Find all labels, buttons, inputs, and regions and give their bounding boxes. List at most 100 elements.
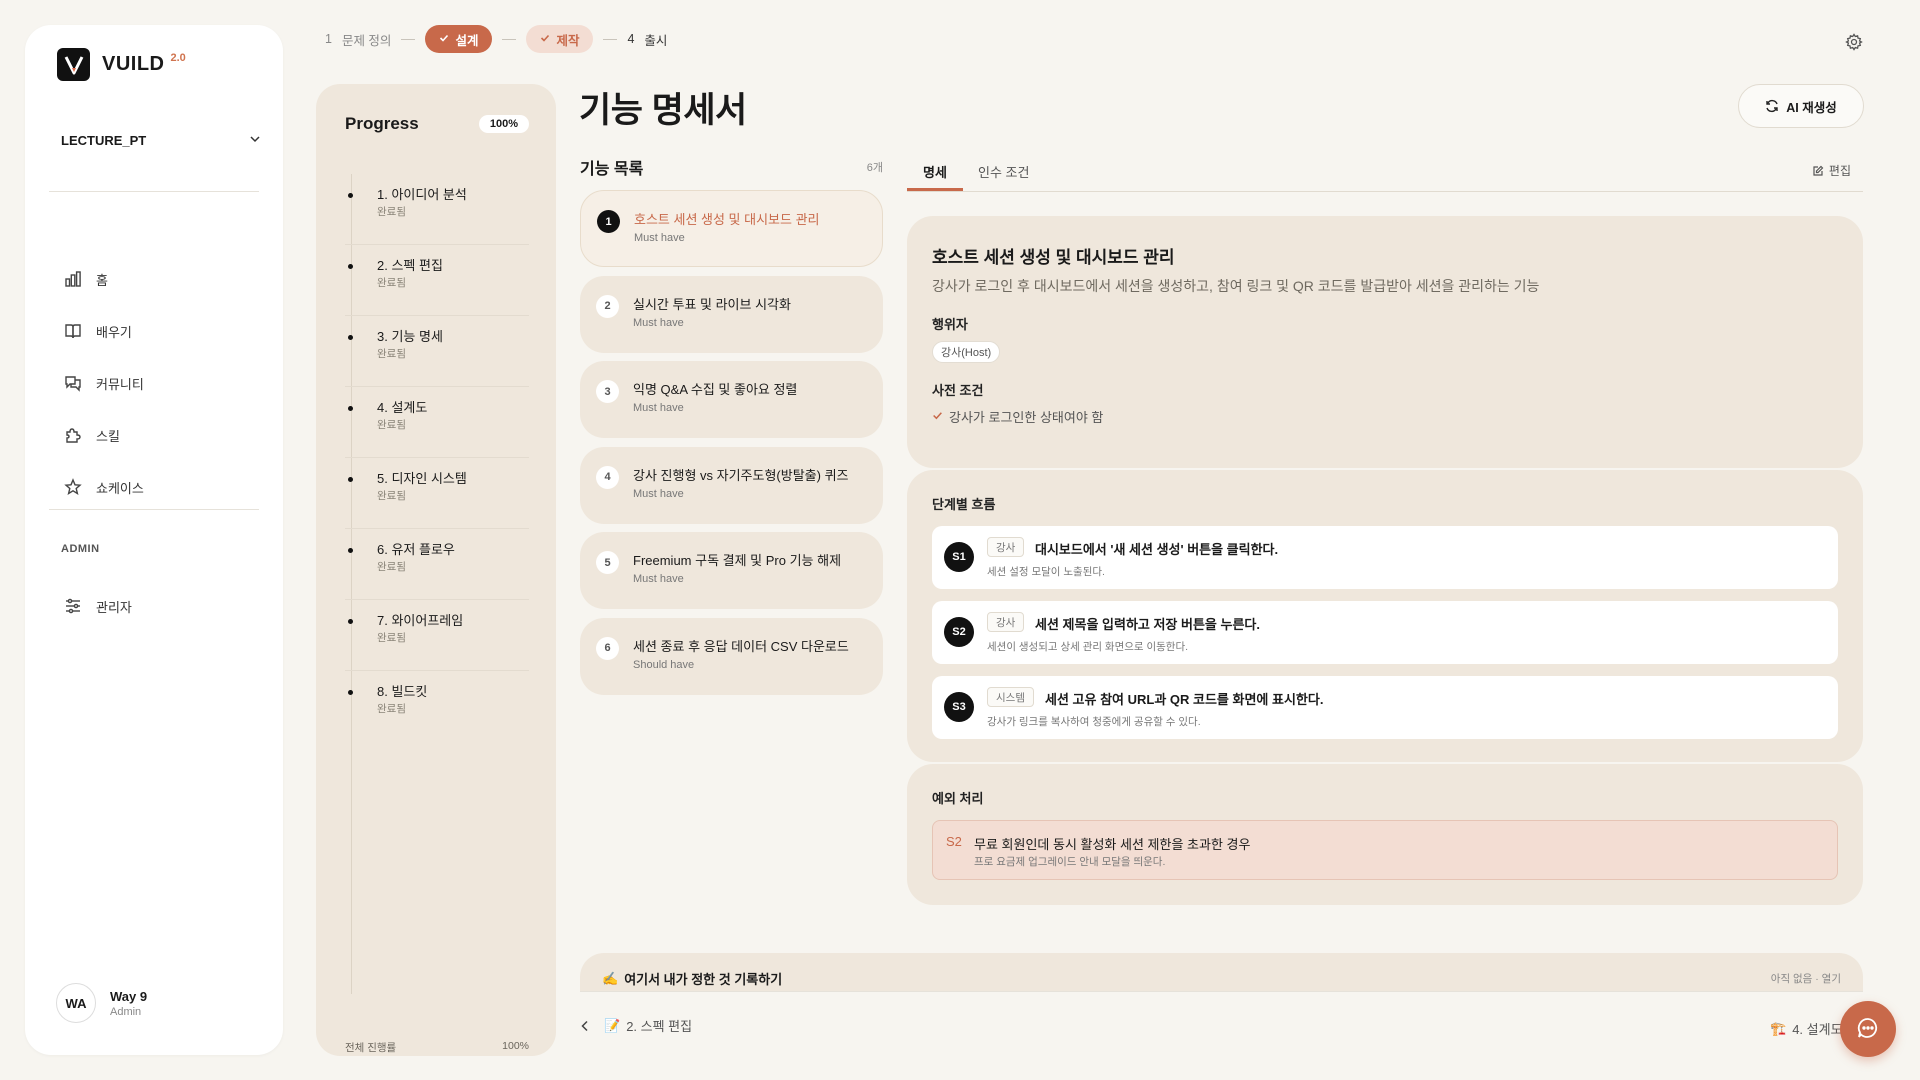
feature-item-selected[interactable]: 1 호스트 세션 생성 및 대시보드 관리 Must have <box>580 190 883 267</box>
progress-item[interactable]: 2. 스펙 편집완료됨 <box>345 245 529 316</box>
page-title: 기능 명세서 <box>579 91 747 130</box>
precondition-text: 강사가 로그인한 상태여야 함 <box>949 410 1104 425</box>
nav-item-label: 배우기 <box>96 324 132 340</box>
prev-page-link[interactable]: 📝 2. 스펙 편집 <box>580 1016 692 1035</box>
chat-button[interactable] <box>1840 1001 1896 1057</box>
progress-item[interactable]: 6. 유저 플로우완료됨 <box>345 529 529 600</box>
feature-priority: Must have <box>633 316 684 329</box>
progress-item[interactable]: 8. 빌드킷완료됨 <box>345 671 529 742</box>
note-status: 아직 없음 · 열기 <box>1770 973 1841 985</box>
feature-item[interactable]: 4 강사 진행형 vs 자기주도형(방탈출) 퀴즈 Must have <box>580 446 883 524</box>
feature-priority: Should have <box>633 658 695 671</box>
step-build[interactable]: 제작 <box>526 25 594 53</box>
step-design[interactable]: 설계 <box>425 25 493 53</box>
gear-icon[interactable] <box>1845 33 1863 51</box>
prev-page-label: 2. 스펙 편집 <box>626 1019 693 1034</box>
feature-title: 익명 Q&A 수집 및 좋아요 정렬 <box>633 382 798 398</box>
progress-item-status: 완료됨 <box>377 561 406 573</box>
feature-title: 실시간 투표 및 라이브 시각화 <box>633 296 791 312</box>
step-label: 출시 <box>644 33 668 48</box>
progress-dot <box>348 406 353 411</box>
brand-name: VUILD <box>102 53 165 75</box>
progress-item-status: 완료됨 <box>377 703 406 715</box>
feature-detail-title: 호스트 세션 생성 및 대시보드 관리 <box>932 248 1175 267</box>
phase-stepper: 1 문제 정의 설계 제작 4 출시 <box>325 25 667 53</box>
step-launch[interactable]: 4 출시 <box>627 30 667 49</box>
feature-count: 6개 <box>866 162 883 174</box>
progress-item-name: 7. 와이어프레임 <box>377 613 464 628</box>
decision-note-bar[interactable]: ✍️ 여기서 내가 정한 것 기록하기 아직 없음 · 열기 <box>580 953 1863 991</box>
progress-item-name: 8. 빌드킷 <box>377 684 428 699</box>
progress-item[interactable]: 1. 아이디어 분석 완료됨 <box>345 174 529 245</box>
exception-label: 예외 처리 <box>932 791 984 806</box>
tab-spec[interactable]: 명세 <box>907 162 963 191</box>
progress-item-status: 완료됨 <box>377 490 406 502</box>
feature-title: Freemium 구독 결제 및 Pro 기능 해제 <box>633 553 842 569</box>
nav-item-label: 스킬 <box>96 428 120 444</box>
exception-step-ref: S2 <box>946 834 962 849</box>
progress-dot <box>348 193 353 198</box>
step-action: 세션 제목을 입력하고 저장 버튼을 누른다. <box>1035 617 1260 632</box>
feature-summary-card: 호스트 세션 생성 및 대시보드 관리 강사가 로그인 후 대시보드에서 세션을… <box>907 216 1863 468</box>
admin-section-label: ADMIN <box>61 543 100 555</box>
check-icon <box>540 32 550 46</box>
progress-item[interactable]: 7. 와이어프레임완료됨 <box>345 600 529 671</box>
progress-item-name: 4. 설계도 <box>377 400 428 415</box>
user-name: Way 9 <box>110 988 148 1004</box>
progress-dot <box>348 619 353 624</box>
avatar: WA <box>56 983 96 1023</box>
step-actor-tag: 강사 <box>987 612 1025 632</box>
progress-item-name: 6. 유저 플로우 <box>377 542 455 557</box>
nav-item-label: 커뮤니티 <box>96 376 144 392</box>
tab-acceptance-criteria[interactable]: 인수 조건 <box>978 162 1029 191</box>
nav-item-showcase[interactable]: 쇼케이스 <box>63 461 144 513</box>
progress-item-name: 2. 스펙 편집 <box>377 258 443 273</box>
progress-item[interactable]: 5. 디자인 시스템 완료됨 <box>345 458 529 529</box>
sidebar-divider <box>49 509 259 510</box>
sliders-icon <box>63 596 83 616</box>
chart-icon <box>63 269 83 289</box>
nav-item-community[interactable]: 커뮤니티 <box>63 357 144 409</box>
feature-item[interactable]: 5 Freemium 구독 결제 및 Pro 기능 해제 Must have <box>580 532 883 610</box>
star-icon <box>63 477 83 497</box>
brand-logo[interactable]: VUILD 2.0 <box>57 48 186 81</box>
precondition-item: 강사가 로그인한 상태여야 함 <box>932 407 1103 426</box>
user-profile[interactable]: WA Way 9 Admin <box>56 983 147 1023</box>
edit-button[interactable]: 편집 <box>1812 162 1851 179</box>
project-selector[interactable]: LECTURE_PT <box>61 133 261 148</box>
nav-item-admin[interactable]: 관리자 <box>63 596 132 616</box>
progress-item-status: 완료됨 <box>377 348 406 360</box>
step-flow-label: 단계별 흐름 <box>932 497 996 512</box>
step-result: 세션 설정 모달이 노출된다. <box>987 566 1105 578</box>
footer-divider <box>580 991 1863 992</box>
nav-item-home[interactable]: 홈 <box>63 253 144 305</box>
edit-label: 편집 <box>1828 164 1851 178</box>
step-label: 제작 <box>556 33 580 48</box>
feature-title: 강사 진행형 vs 자기주도형(방탈출) 퀴즈 <box>633 467 849 483</box>
ai-regenerate-button[interactable]: AI 재생성 <box>1738 84 1864 128</box>
chat-bubble-icon <box>1856 1016 1880 1043</box>
feature-title: 세션 종료 후 응답 데이터 CSV 다운로드 <box>633 638 849 654</box>
next-page-link[interactable]: 🏗️ 4. 설계도 <box>1770 1019 1843 1038</box>
progress-item[interactable]: 4. 설계도 완료됨 <box>345 387 529 458</box>
nav-item-learn[interactable]: 배우기 <box>63 305 144 357</box>
progress-item[interactable]: 3. 기능 명세 완료됨 <box>345 316 529 387</box>
exception-item: S2 무료 회원인데 동시 활성화 세션 제한을 초과한 경우 프로 요금제 업… <box>932 820 1838 880</box>
feature-list-title: 기능 목록 <box>580 161 644 178</box>
feature-number: 1 <box>597 210 620 233</box>
step-action: 대시보드에서 '새 세션 생성' 버튼을 클릭한다. <box>1035 542 1279 557</box>
nav-item-label: 홈 <box>96 272 108 288</box>
nav-item-label: 쇼케이스 <box>96 480 144 496</box>
progress-item-status: 완료됨 <box>377 632 406 644</box>
feature-item[interactable]: 3 익명 Q&A 수집 및 좋아요 정렬 Must have <box>580 361 883 439</box>
step-label: 설계 <box>455 33 479 48</box>
feature-item[interactable]: 6 세션 종료 후 응답 데이터 CSV 다운로드 Should have <box>580 617 883 695</box>
nav-item-skills[interactable]: 스킬 <box>63 409 144 461</box>
step-badge: S3 <box>944 692 974 722</box>
progress-item-status: 완료됨 <box>377 277 406 289</box>
check-icon <box>932 409 943 424</box>
step-problem-definition[interactable]: 1 문제 정의 <box>325 30 391 49</box>
nav-item-label: 관리자 <box>96 599 132 615</box>
feature-item[interactable]: 2 실시간 투표 및 라이브 시각화 Must have <box>580 275 883 353</box>
progress-dot <box>348 548 353 553</box>
